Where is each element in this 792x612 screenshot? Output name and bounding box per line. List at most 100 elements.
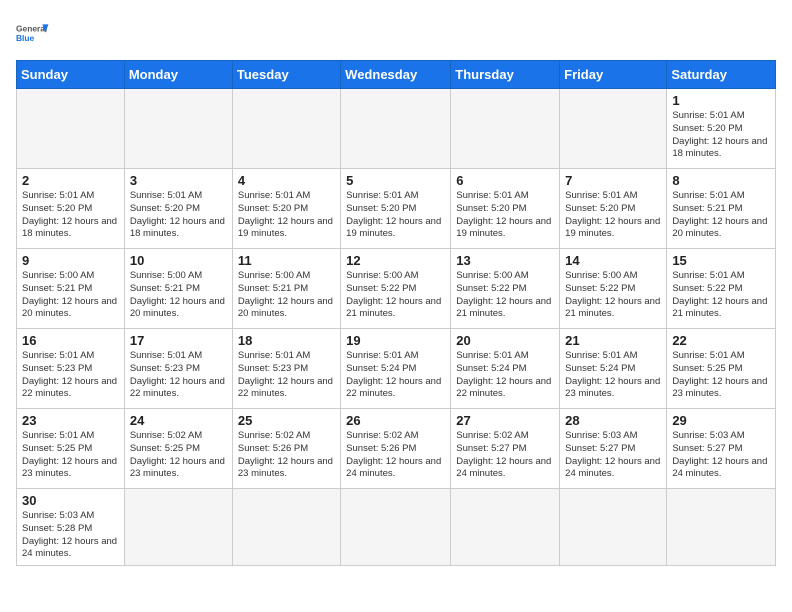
day-number: 15 — [672, 253, 770, 268]
day-info: Sunrise: 5:02 AM Sunset: 5:27 PM Dayligh… — [456, 430, 554, 481]
day-info: Sunrise: 5:02 AM Sunset: 5:26 PM Dayligh… — [238, 430, 335, 481]
day-info: Sunrise: 5:01 AM Sunset: 5:23 PM Dayligh… — [22, 350, 119, 401]
day-info: Sunrise: 5:01 AM Sunset: 5:24 PM Dayligh… — [346, 350, 445, 401]
day-number: 21 — [565, 333, 661, 348]
calendar-day-cell — [124, 489, 232, 566]
day-number: 26 — [346, 413, 445, 428]
weekday-header: Tuesday — [232, 61, 340, 89]
day-info: Sunrise: 5:03 AM Sunset: 5:27 PM Dayligh… — [565, 430, 661, 481]
calendar-day-cell: 19 Sunrise: 5:01 AM Sunset: 5:24 PM Dayli… — [341, 329, 451, 409]
calendar-day-cell: 5 Sunrise: 5:01 AM Sunset: 5:20 PM Daylig… — [341, 169, 451, 249]
calendar-day-cell: 16 Sunrise: 5:01 AM Sunset: 5:23 PM Dayli… — [17, 329, 125, 409]
day-number: 30 — [22, 493, 119, 508]
day-number: 17 — [130, 333, 227, 348]
calendar-day-cell — [232, 89, 340, 169]
calendar-day-cell: 7Sunrise: 5:01 AM Sunset: 5:20 PM Daylig… — [560, 169, 667, 249]
calendar-day-cell: 23Sunrise: 5:01 AM Sunset: 5:25 PM Dayli… — [17, 409, 125, 489]
day-info: Sunrise: 5:01 AM Sunset: 5:25 PM Dayligh… — [672, 350, 770, 401]
day-info: Sunrise: 5:01 AM Sunset: 5:20 PM Dayligh… — [565, 190, 661, 241]
day-info: Sunrise: 5:00 AM Sunset: 5:21 PM Dayligh… — [22, 270, 119, 321]
day-info: Sunrise: 5:01 AM Sunset: 5:22 PM Dayligh… — [672, 270, 770, 321]
day-info: Sunrise: 5:01 AM Sunset: 5:20 PM Dayligh… — [456, 190, 554, 241]
calendar-day-cell: 29 Sunrise: 5:03 AM Sunset: 5:27 PM Dayli… — [667, 409, 776, 489]
calendar-day-cell: 25 Sunrise: 5:02 AM Sunset: 5:26 PM Dayli… — [232, 409, 340, 489]
day-info: Sunrise: 5:01 AM Sunset: 5:23 PM Dayligh… — [130, 350, 227, 401]
calendar-day-cell — [667, 489, 776, 566]
day-number: 10 — [130, 253, 227, 268]
day-number: 5 — [346, 173, 445, 188]
svg-text:Blue: Blue — [16, 33, 35, 43]
day-info: Sunrise: 5:02 AM Sunset: 5:26 PM Dayligh… — [346, 430, 445, 481]
calendar-table: SundayMondayTuesdayWednesdayThursdayFrid… — [16, 60, 776, 566]
day-info: Sunrise: 5:01 AM Sunset: 5:20 PM Dayligh… — [22, 190, 119, 241]
calendar-day-cell: 18Sunrise: 5:01 AM Sunset: 5:23 PM Dayli… — [232, 329, 340, 409]
day-info: Sunrise: 5:03 AM Sunset: 5:28 PM Dayligh… — [22, 510, 119, 561]
calendar-day-cell: 26 Sunrise: 5:02 AM Sunset: 5:26 PM Dayli… — [341, 409, 451, 489]
day-number: 14 — [565, 253, 661, 268]
calendar-week-row: 16 Sunrise: 5:01 AM Sunset: 5:23 PM Dayli… — [17, 329, 776, 409]
calendar-day-cell: 1Sunrise: 5:01 AM Sunset: 5:20 PM Daylig… — [667, 89, 776, 169]
calendar-day-cell — [560, 89, 667, 169]
day-number: 29 — [672, 413, 770, 428]
calendar-day-cell — [124, 89, 232, 169]
day-number: 22 — [672, 333, 770, 348]
day-info: Sunrise: 5:02 AM Sunset: 5:25 PM Dayligh… — [130, 430, 227, 481]
calendar-day-cell: 4Sunrise: 5:01 AM Sunset: 5:20 PM Daylig… — [232, 169, 340, 249]
calendar-day-cell: 27Sunrise: 5:02 AM Sunset: 5:27 PM Dayli… — [451, 409, 560, 489]
day-number: 16 — [22, 333, 119, 348]
calendar-day-cell: 22 Sunrise: 5:01 AM Sunset: 5:25 PM Dayli… — [667, 329, 776, 409]
calendar-day-cell — [341, 489, 451, 566]
day-number: 25 — [238, 413, 335, 428]
weekday-header: Saturday — [667, 61, 776, 89]
day-number: 8 — [672, 173, 770, 188]
calendar-day-cell: 8 Sunrise: 5:01 AM Sunset: 5:21 PM Daylig… — [667, 169, 776, 249]
day-info: Sunrise: 5:03 AM Sunset: 5:27 PM Dayligh… — [672, 430, 770, 481]
day-number: 19 — [346, 333, 445, 348]
calendar-day-cell — [17, 89, 125, 169]
day-info: Sunrise: 5:01 AM Sunset: 5:24 PM Dayligh… — [456, 350, 554, 401]
day-number: 9 — [22, 253, 119, 268]
day-number: 12 — [346, 253, 445, 268]
day-number: 4 — [238, 173, 335, 188]
weekday-header: Thursday — [451, 61, 560, 89]
calendar-day-cell: 2 Sunrise: 5:01 AM Sunset: 5:20 PM Daylig… — [17, 169, 125, 249]
day-number: 20 — [456, 333, 554, 348]
calendar-week-row: 23Sunrise: 5:01 AM Sunset: 5:25 PM Dayli… — [17, 409, 776, 489]
calendar-day-cell: 30 Sunrise: 5:03 AM Sunset: 5:28 PM Dayli… — [17, 489, 125, 566]
svg-text:General: General — [16, 24, 47, 34]
calendar-day-cell: 28 Sunrise: 5:03 AM Sunset: 5:27 PM Dayli… — [560, 409, 667, 489]
calendar-week-row: 30 Sunrise: 5:03 AM Sunset: 5:28 PM Dayli… — [17, 489, 776, 566]
calendar-day-cell: 10 Sunrise: 5:00 AM Sunset: 5:21 PM Dayli… — [124, 249, 232, 329]
logo: GeneralBlue — [16, 16, 52, 52]
calendar-day-cell: 12Sunrise: 5:00 AM Sunset: 5:22 PM Dayli… — [341, 249, 451, 329]
day-number: 2 — [22, 173, 119, 188]
calendar-week-row: 9 Sunrise: 5:00 AM Sunset: 5:21 PM Daylig… — [17, 249, 776, 329]
calendar-day-cell: 15 Sunrise: 5:01 AM Sunset: 5:22 PM Dayli… — [667, 249, 776, 329]
day-info: Sunrise: 5:01 AM Sunset: 5:20 PM Dayligh… — [346, 190, 445, 241]
day-info: Sunrise: 5:00 AM Sunset: 5:21 PM Dayligh… — [238, 270, 335, 321]
calendar-day-cell: 9 Sunrise: 5:00 AM Sunset: 5:21 PM Daylig… — [17, 249, 125, 329]
weekday-header: Wednesday — [341, 61, 451, 89]
calendar-day-cell — [451, 89, 560, 169]
day-info: Sunrise: 5:01 AM Sunset: 5:23 PM Dayligh… — [238, 350, 335, 401]
calendar-day-cell — [232, 489, 340, 566]
day-info: Sunrise: 5:00 AM Sunset: 5:22 PM Dayligh… — [456, 270, 554, 321]
day-number: 6 — [456, 173, 554, 188]
calendar-day-cell: 11Sunrise: 5:00 AM Sunset: 5:21 PM Dayli… — [232, 249, 340, 329]
calendar-day-cell: 20 Sunrise: 5:01 AM Sunset: 5:24 PM Dayli… — [451, 329, 560, 409]
logo-icon: GeneralBlue — [16, 16, 52, 52]
day-info: Sunrise: 5:00 AM Sunset: 5:22 PM Dayligh… — [565, 270, 661, 321]
day-info: Sunrise: 5:01 AM Sunset: 5:21 PM Dayligh… — [672, 190, 770, 241]
calendar-day-cell: 13 Sunrise: 5:00 AM Sunset: 5:22 PM Dayli… — [451, 249, 560, 329]
calendar-day-cell: 24Sunrise: 5:02 AM Sunset: 5:25 PM Dayli… — [124, 409, 232, 489]
day-info: Sunrise: 5:00 AM Sunset: 5:21 PM Dayligh… — [130, 270, 227, 321]
day-info: Sunrise: 5:01 AM Sunset: 5:24 PM Dayligh… — [565, 350, 661, 401]
day-number: 23 — [22, 413, 119, 428]
day-info: Sunrise: 5:01 AM Sunset: 5:20 PM Dayligh… — [672, 110, 770, 161]
day-number: 13 — [456, 253, 554, 268]
day-number: 28 — [565, 413, 661, 428]
calendar-day-cell: 14 Sunrise: 5:00 AM Sunset: 5:22 PM Dayli… — [560, 249, 667, 329]
calendar-week-row: 1Sunrise: 5:01 AM Sunset: 5:20 PM Daylig… — [17, 89, 776, 169]
calendar-day-cell: 6 Sunrise: 5:01 AM Sunset: 5:20 PM Daylig… — [451, 169, 560, 249]
calendar-day-cell: 21 Sunrise: 5:01 AM Sunset: 5:24 PM Dayli… — [560, 329, 667, 409]
